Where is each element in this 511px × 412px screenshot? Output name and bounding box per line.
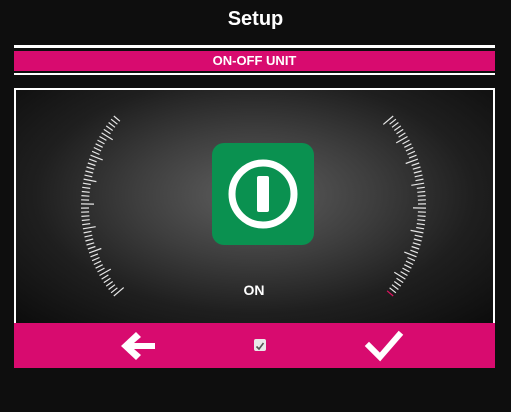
gauge-tick	[105, 125, 114, 131]
gauge-tick	[396, 277, 404, 284]
gauge-tick	[405, 260, 414, 266]
gauge-tick	[93, 260, 102, 266]
gauge-tick	[97, 139, 105, 145]
gauge-tick	[393, 281, 402, 287]
power-icon	[228, 159, 298, 229]
gauge-tick	[417, 195, 426, 197]
gauge-tick	[91, 150, 100, 156]
gauge-tick	[416, 226, 425, 230]
gauge-tick	[82, 226, 96, 230]
gauge-tick	[95, 264, 103, 269]
gauge-tick	[99, 135, 107, 141]
gauge-tick	[86, 166, 95, 170]
gauge-tick	[404, 251, 417, 258]
gauge-tick	[110, 287, 118, 294]
gauge-tick	[81, 195, 90, 197]
gauge-tick	[417, 219, 426, 222]
gauge-tick	[105, 281, 114, 287]
gauge-tick	[391, 284, 399, 290]
gauge-tick	[411, 162, 420, 167]
divider-top	[14, 45, 495, 48]
section-title: ON-OFF UNIT	[14, 51, 495, 71]
left-gauge-scale	[80, 115, 125, 297]
gauge-tick	[417, 215, 426, 217]
gauge-tick	[83, 178, 97, 183]
gauge-tick	[415, 178, 424, 182]
gauge-tick	[402, 139, 410, 145]
gauge-tick	[87, 162, 96, 167]
gauge-tick	[398, 132, 406, 138]
gauge-tick	[411, 182, 425, 186]
gauge-tick	[85, 170, 94, 174]
gauge-tick	[88, 158, 97, 163]
page-title: Setup	[227, 8, 284, 30]
power-state-label: ON	[243, 282, 265, 298]
gauge-tick	[113, 115, 121, 122]
gauge-tick	[81, 215, 90, 217]
gauge-tick	[416, 186, 425, 189]
gauge-tick	[87, 245, 96, 250]
gauge-tick	[413, 238, 422, 242]
control-panel: ON	[14, 88, 495, 325]
gauge-tick	[404, 143, 412, 148]
gauge-tick	[414, 234, 423, 238]
gauge-tick	[393, 125, 402, 131]
gauge-tick	[413, 170, 422, 174]
gauge-tick	[82, 223, 91, 226]
gauge-tick	[412, 166, 421, 170]
gauge-tick	[417, 190, 426, 193]
checkmark-icon	[364, 330, 404, 362]
back-button[interactable]	[119, 329, 159, 363]
gauge-tick	[416, 223, 425, 226]
gauge-tick	[108, 122, 116, 128]
gauge-tick	[391, 122, 399, 128]
gauge-tick	[91, 256, 100, 262]
gauge-tick	[103, 277, 111, 284]
gauge-tick	[411, 245, 420, 250]
gauge-tick	[83, 230, 92, 234]
gauge-tick	[400, 271, 408, 277]
gauge-tick	[103, 128, 111, 135]
gauge-tick	[414, 174, 423, 178]
gauge-tick	[110, 118, 118, 125]
gauge-tick	[81, 190, 90, 193]
gauge-tick	[82, 186, 91, 189]
gauge-tick	[90, 154, 103, 161]
gauge-tick	[84, 234, 93, 238]
gauge-tick	[95, 143, 103, 148]
bottom-action-bar	[14, 323, 495, 368]
arrow-left-icon	[121, 332, 155, 360]
gauge-tick	[82, 182, 91, 186]
gauge-tick	[407, 256, 416, 262]
checkmark-small-icon	[255, 342, 265, 351]
gauge-tick	[405, 146, 414, 152]
gauge-tick	[407, 150, 416, 156]
confirm-button[interactable]	[364, 329, 404, 363]
gauge-tick	[85, 238, 94, 242]
gauge-tick	[93, 146, 102, 152]
gauge-tick	[408, 154, 417, 159]
gauge-tick	[86, 242, 95, 246]
gauge-tick	[84, 174, 93, 178]
gauge-tick	[97, 267, 105, 273]
checkbox-icon[interactable]	[254, 339, 266, 351]
right-gauge-scale	[382, 115, 427, 297]
gauge-tick	[412, 242, 421, 246]
gauge-tick	[410, 229, 424, 234]
gauge-tick	[108, 284, 116, 290]
gauge-tick	[405, 158, 419, 165]
gauge-tick	[389, 118, 397, 125]
gauge-tick	[402, 267, 410, 273]
gauge-tick	[90, 253, 99, 258]
gauge-tick	[81, 219, 90, 222]
gauge-tick	[410, 249, 419, 254]
gauge-tick	[88, 247, 102, 254]
gauge-tick	[101, 274, 109, 280]
power-toggle-button[interactable]	[212, 143, 314, 245]
gauge-tick	[389, 287, 397, 294]
divider-bottom	[14, 73, 495, 75]
gauge-tick	[404, 264, 412, 269]
gauge-tick	[386, 290, 394, 297]
gauge-tick	[396, 128, 404, 135]
